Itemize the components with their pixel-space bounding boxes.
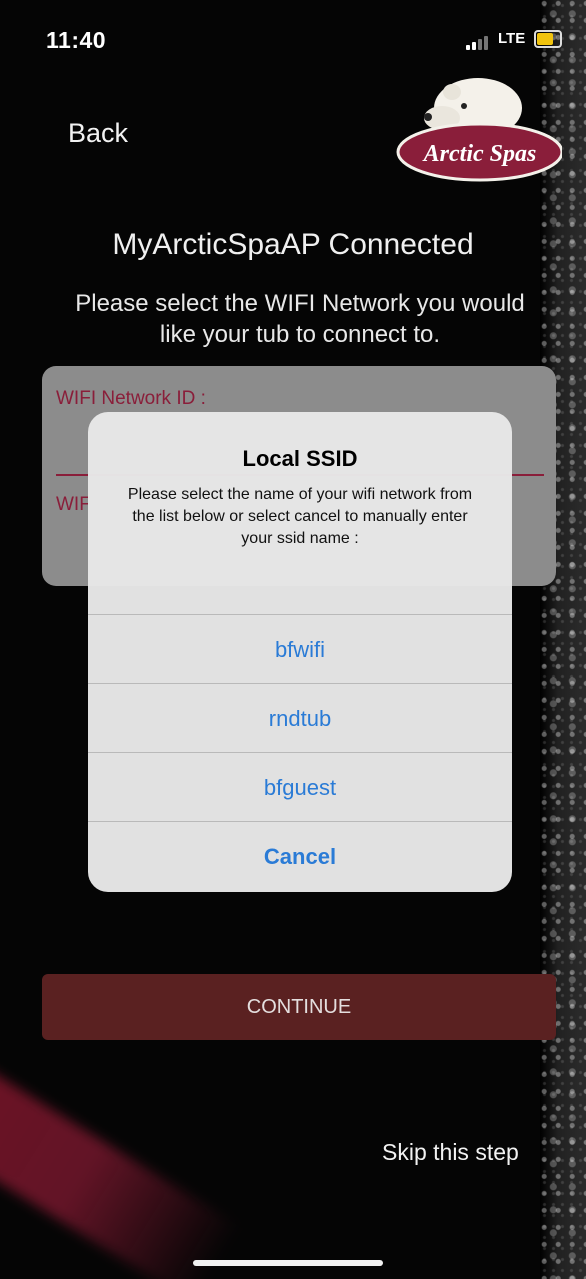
network-type: LTE <box>498 30 526 47</box>
battery-icon <box>534 30 562 48</box>
arctic-spas-logo: Arctic Spas <box>396 78 562 182</box>
red-streak-decoration <box>0 1057 240 1279</box>
home-indicator[interactable] <box>193 1260 383 1266</box>
status-time: 11:40 <box>46 27 107 53</box>
continue-button[interactable]: CONTINUE <box>42 974 556 1040</box>
local-ssid-alert: Local SSID Please select the name of you… <box>88 412 512 892</box>
skip-step-link[interactable]: Skip this step <box>382 1139 519 1166</box>
signal-icon <box>466 34 496 50</box>
ssid-option-bfguest[interactable]: bfguest <box>88 752 512 822</box>
instructions-text: Please select the WIFI Network you would… <box>75 290 525 348</box>
alert-message: Please select the name of your wifi netw… <box>127 486 473 547</box>
logo-text: Arctic Spas <box>422 141 537 167</box>
ssid-option-bfwifi[interactable]: bfwifi <box>88 614 512 684</box>
page-title: MyArcticSpaAP Connected <box>112 228 474 261</box>
alert-cancel-button[interactable]: Cancel <box>88 821 512 891</box>
back-button[interactable]: Back <box>68 118 128 149</box>
ssid-option-rndtub[interactable]: rndtub <box>88 683 512 753</box>
bubble-texture <box>540 0 586 1279</box>
screen: 11:40 LTE Back Arctic Spas MyArcticSpaAP… <box>0 0 586 1279</box>
wifi-password-label: WIF <box>56 494 91 515</box>
alert-title: Local SSID <box>242 446 358 471</box>
network-id-label: WIFI Network ID : <box>56 388 206 409</box>
status-bar: 11:40 LTE <box>0 0 562 80</box>
